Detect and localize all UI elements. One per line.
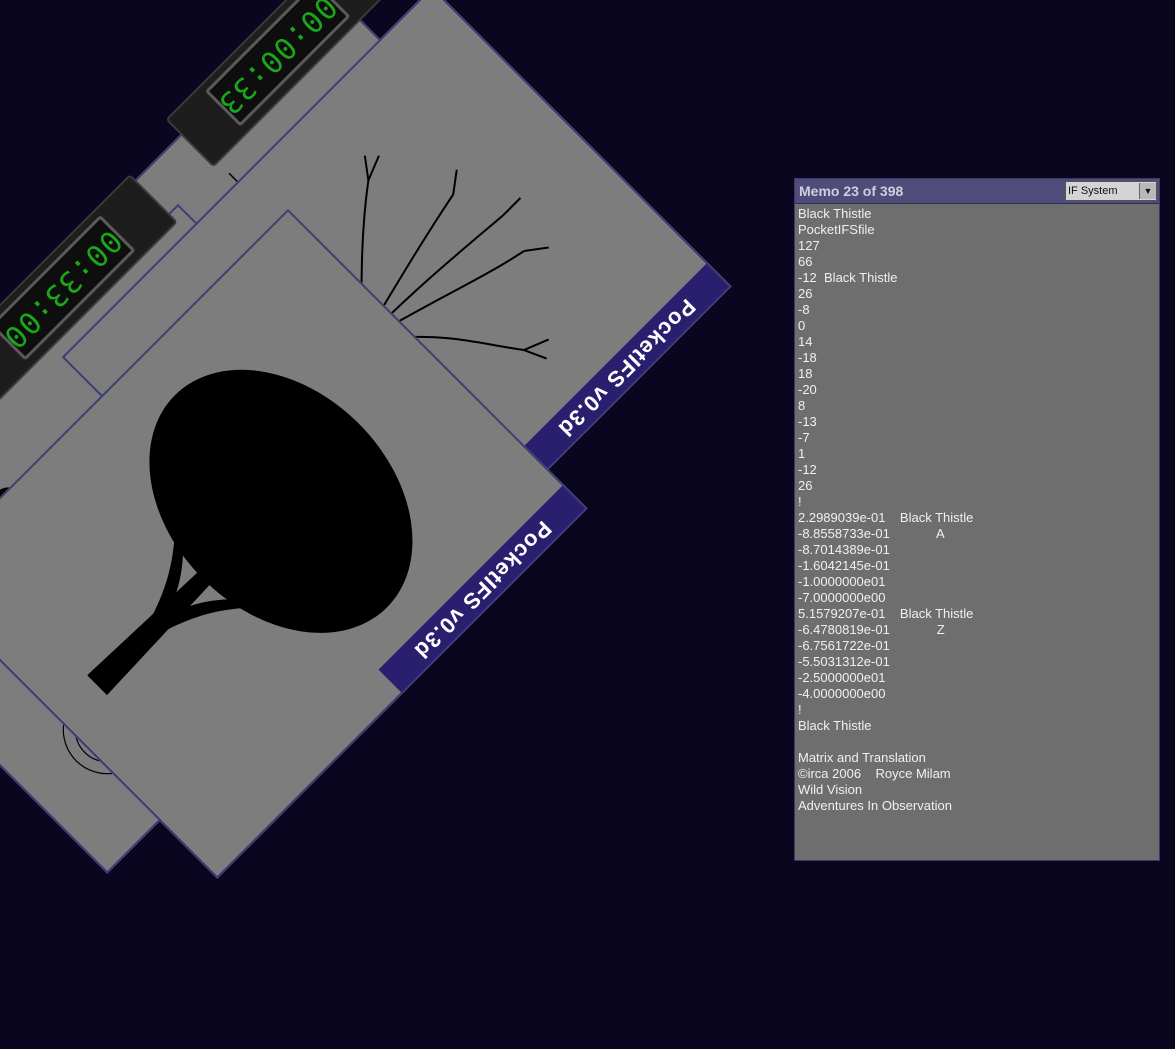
memo-text-area[interactable]: Black Thistle PocketIFSfile 127 66 -12 Black… — [795, 204, 1159, 816]
memo-title: Memo 23 of 398 — [799, 183, 904, 199]
memo-line: 26 — [798, 478, 813, 493]
memo-line: -5.5031312e-01 — [798, 654, 890, 669]
category-dropdown-value: IF System — [1068, 185, 1118, 197]
category-dropdown[interactable]: IF System ▼ — [1065, 181, 1157, 201]
memo-line: -2.5000000e01 — [798, 670, 886, 685]
memo-line: -8.8558733e-01 A — [798, 526, 945, 541]
memo-line: -4.0000000e00 — [798, 686, 886, 701]
memo-line: -12 Black Thistle — [798, 270, 898, 285]
memo-line: Black Thistle — [798, 206, 872, 221]
memo-line: Adventures In Observation — [798, 798, 952, 813]
memo-line: -7 — [798, 430, 810, 445]
memo-line: 26 — [798, 286, 813, 301]
memo-line: ©irca 2006 Royce Milam — [798, 766, 951, 781]
chevron-down-icon[interactable]: ▼ — [1139, 183, 1156, 199]
memo-line: -20 — [798, 382, 817, 397]
memo-line: 14 — [798, 334, 813, 349]
memo-line: 0 — [798, 318, 806, 333]
memo-line: Black Thistle — [798, 718, 872, 733]
memo-line: ! — [798, 494, 802, 509]
memo-line: Matrix and Translation — [798, 750, 926, 765]
memo-line: 66 — [798, 254, 813, 269]
memo-line: -13 — [798, 414, 817, 429]
memo-line: 127 — [798, 238, 820, 253]
memo-line: Wild Vision — [798, 782, 863, 797]
memo-line: 5.1579207e-01 Black Thistle — [798, 606, 974, 621]
memo-panel: Memo 23 of 398 IF System ▼ Black Thistle… — [794, 178, 1160, 861]
memo-line: -1.0000000e01 — [798, 574, 886, 589]
memo-line: -6.4780819e-01 Z — [798, 622, 945, 637]
memo-line: 1 — [798, 446, 806, 461]
memo-header: Memo 23 of 398 IF System ▼ — [795, 179, 1159, 204]
memo-line: -18 — [798, 350, 817, 365]
memo-line: -8.7014389e-01 — [798, 542, 890, 557]
memo-line: 8 — [798, 398, 806, 413]
memo-line: -12 — [798, 462, 817, 477]
memo-line: -7.0000000e00 — [798, 590, 886, 605]
memo-line: PocketIFSfile — [798, 222, 875, 237]
memo-line: -1.6042145e-01 — [798, 558, 890, 573]
memo-line: 18 — [798, 366, 813, 381]
memo-line: ! — [798, 702, 802, 717]
memo-line — [798, 734, 1156, 750]
memo-line: 2.2989039e-01 Black Thistle — [798, 510, 974, 525]
memo-line: -8 — [798, 302, 810, 317]
memo-line: -6.7561722e-01 — [798, 638, 890, 653]
